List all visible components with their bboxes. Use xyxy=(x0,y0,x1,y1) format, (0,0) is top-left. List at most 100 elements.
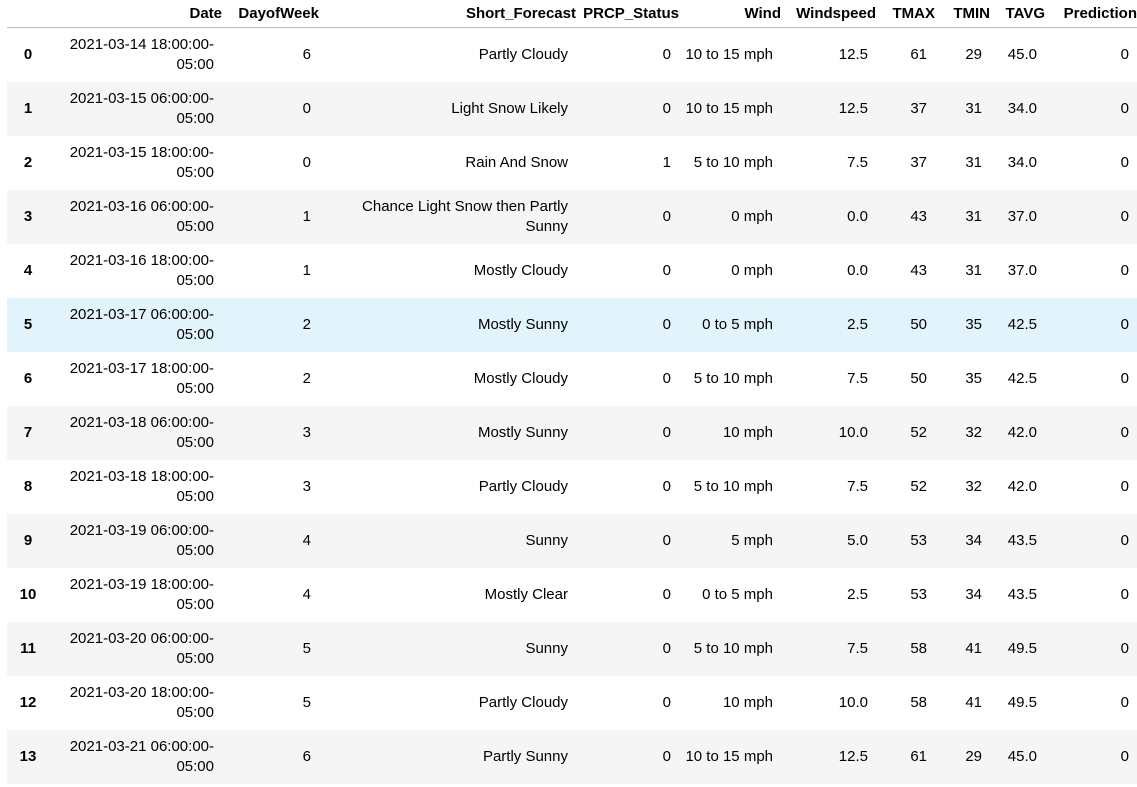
cell-windspeed: 5.0 xyxy=(847,531,868,549)
table-row: 10 2021-03-19 18:00:00-05:00 4 Mostly Clear… xyxy=(7,567,1137,622)
cell-windspeed: 7.5 xyxy=(847,639,868,657)
cell-tmax: 43 xyxy=(910,261,927,279)
cell-tmax: 58 xyxy=(910,693,927,711)
table-row: 5 2021-03-17 06:00:00-05:00 2 Mostly Sunny 0… xyxy=(7,297,1137,352)
cell-short-forecast: Partly Cloudy xyxy=(319,460,576,514)
cell-tmax: 50 xyxy=(910,369,927,387)
cell-short-forecast-text: Partly Cloudy xyxy=(478,477,568,495)
cell-dayofweek: 5 xyxy=(302,693,311,711)
cell-dayofweek: 0 xyxy=(302,153,311,171)
cell-windspeed: 12.5 xyxy=(838,45,868,63)
cell-wind: 10 to 15 mph xyxy=(679,82,781,136)
cell-short-forecast: Rain And Snow xyxy=(319,136,576,190)
cell-wind-text: 10 mph xyxy=(722,423,773,441)
row-index: 0 xyxy=(23,45,33,63)
cell-short-forecast: Mostly Sunny xyxy=(319,406,576,460)
cell-windspeed: 10.0 xyxy=(838,693,868,711)
cell-prediction: 0 xyxy=(1120,369,1129,387)
cell-tavg: 45.0 xyxy=(1007,747,1037,765)
cell-date-text: 2021-03-17 18:00:00-05:00 xyxy=(69,359,214,397)
cell-prcp-status: 0 xyxy=(662,99,671,117)
cell-windspeed: 2.5 xyxy=(847,315,868,333)
cell-tmax: 61 xyxy=(910,45,927,63)
cell-tmax: 53 xyxy=(910,531,927,549)
cell-windspeed: 0.0 xyxy=(847,207,868,225)
cell-date-text: 2021-03-19 06:00:00-05:00 xyxy=(69,521,214,559)
column-header-wind: Wind xyxy=(679,0,781,28)
cell-prcp-status: 0 xyxy=(662,45,671,63)
table-body: 0 2021-03-14 18:00:00-05:00 6 Partly Cloudy… xyxy=(7,27,1137,784)
table-row: 1 2021-03-15 06:00:00-05:00 0 Light Snow Li… xyxy=(7,81,1137,136)
cell-prcp-status: 0 xyxy=(662,531,671,549)
cell-wind-text: 10 to 15 mph xyxy=(685,747,773,765)
cell-tmax: 37 xyxy=(910,99,927,117)
cell-date: 2021-03-21 06:00:00-05:00 xyxy=(49,730,222,784)
header-row: Date DayofWeek Short_Forecast PRCP_Statu… xyxy=(7,0,1137,28)
cell-tmin: 32 xyxy=(965,477,982,495)
cell-wind-text: 5 to 10 mph xyxy=(693,369,773,387)
cell-short-forecast: Mostly Cloudy xyxy=(319,244,576,298)
table-row: 11 2021-03-20 06:00:00-05:00 5 Sunny 0 5 to 1… xyxy=(7,621,1137,676)
cell-date: 2021-03-18 06:00:00-05:00 xyxy=(49,406,222,460)
table-row: 8 2021-03-18 18:00:00-05:00 3 Partly Cloudy… xyxy=(7,459,1137,514)
cell-date-text: 2021-03-16 06:00:00-05:00 xyxy=(69,197,214,235)
cell-tavg: 43.5 xyxy=(1007,531,1037,549)
column-header-tmin: TMIN xyxy=(935,0,990,28)
cell-dayofweek: 6 xyxy=(302,747,311,765)
cell-tmin: 41 xyxy=(965,639,982,657)
cell-windspeed: 7.5 xyxy=(847,477,868,495)
cell-prediction: 0 xyxy=(1120,531,1129,549)
table-row: 4 2021-03-16 18:00:00-05:00 1 Mostly Cloudy… xyxy=(7,243,1137,298)
cell-wind-text: 0 to 5 mph xyxy=(702,585,773,603)
cell-tavg: 49.5 xyxy=(1007,639,1037,657)
cell-tmin: 31 xyxy=(965,99,982,117)
cell-tavg: 45.0 xyxy=(1007,45,1037,63)
cell-wind-text: 0 mph xyxy=(731,261,773,279)
row-index: 5 xyxy=(23,315,33,333)
cell-dayofweek: 6 xyxy=(302,45,311,63)
table-header: Date DayofWeek Short_Forecast PRCP_Statu… xyxy=(7,0,1137,28)
cell-date: 2021-03-19 18:00:00-05:00 xyxy=(49,568,222,622)
cell-wind: 0 to 5 mph xyxy=(679,568,781,622)
cell-tmax: 52 xyxy=(910,477,927,495)
cell-prcp-status: 0 xyxy=(662,261,671,279)
column-header-windspeed: Windspeed xyxy=(781,0,876,28)
cell-short-forecast-text: Mostly Sunny xyxy=(477,423,568,441)
cell-tavg: 42.0 xyxy=(1007,423,1037,441)
cell-wind-text: 5 to 10 mph xyxy=(693,153,773,171)
cell-wind-text: 10 to 15 mph xyxy=(685,45,773,63)
cell-wind-text: 10 mph xyxy=(722,693,773,711)
cell-tmin: 31 xyxy=(965,261,982,279)
cell-prediction: 0 xyxy=(1120,747,1129,765)
cell-prcp-status: 0 xyxy=(662,639,671,657)
cell-dayofweek: 1 xyxy=(302,261,311,279)
cell-prediction: 0 xyxy=(1120,45,1129,63)
cell-dayofweek: 0 xyxy=(302,99,311,117)
column-header-tavg: TAVG xyxy=(990,0,1045,28)
cell-tavg: 42.5 xyxy=(1007,369,1037,387)
table-row: 13 2021-03-21 06:00:00-05:00 6 Partly Sunny… xyxy=(7,729,1137,784)
cell-date-text: 2021-03-21 06:00:00-05:00 xyxy=(69,737,214,775)
table-row: 2 2021-03-15 18:00:00-05:00 0 Rain And Snow… xyxy=(7,135,1137,190)
table-row: 7 2021-03-18 06:00:00-05:00 3 Mostly Sunny 0… xyxy=(7,405,1137,460)
cell-prcp-status: 0 xyxy=(662,315,671,333)
cell-tavg: 34.0 xyxy=(1007,99,1037,117)
cell-prediction: 0 xyxy=(1120,99,1129,117)
cell-wind: 0 to 5 mph xyxy=(679,298,781,352)
cell-prcp-status: 0 xyxy=(662,747,671,765)
cell-short-forecast: Mostly Clear xyxy=(319,568,576,622)
cell-prcp-status: 1 xyxy=(662,153,671,171)
row-index: 8 xyxy=(23,477,33,495)
row-index: 9 xyxy=(23,531,33,549)
cell-prediction: 0 xyxy=(1120,207,1129,225)
column-header-prediction: Prediction xyxy=(1045,0,1137,28)
row-index: 6 xyxy=(23,369,33,387)
cell-wind: 10 to 15 mph xyxy=(679,730,781,784)
cell-short-forecast: Chance Light Snow then Partly Sunny xyxy=(319,190,576,244)
cell-date-text: 2021-03-20 06:00:00-05:00 xyxy=(69,629,214,667)
cell-tavg: 34.0 xyxy=(1007,153,1037,171)
cell-dayofweek: 5 xyxy=(302,639,311,657)
cell-date-text: 2021-03-19 18:00:00-05:00 xyxy=(69,575,214,613)
cell-dayofweek: 1 xyxy=(302,207,311,225)
cell-prediction: 0 xyxy=(1120,315,1129,333)
